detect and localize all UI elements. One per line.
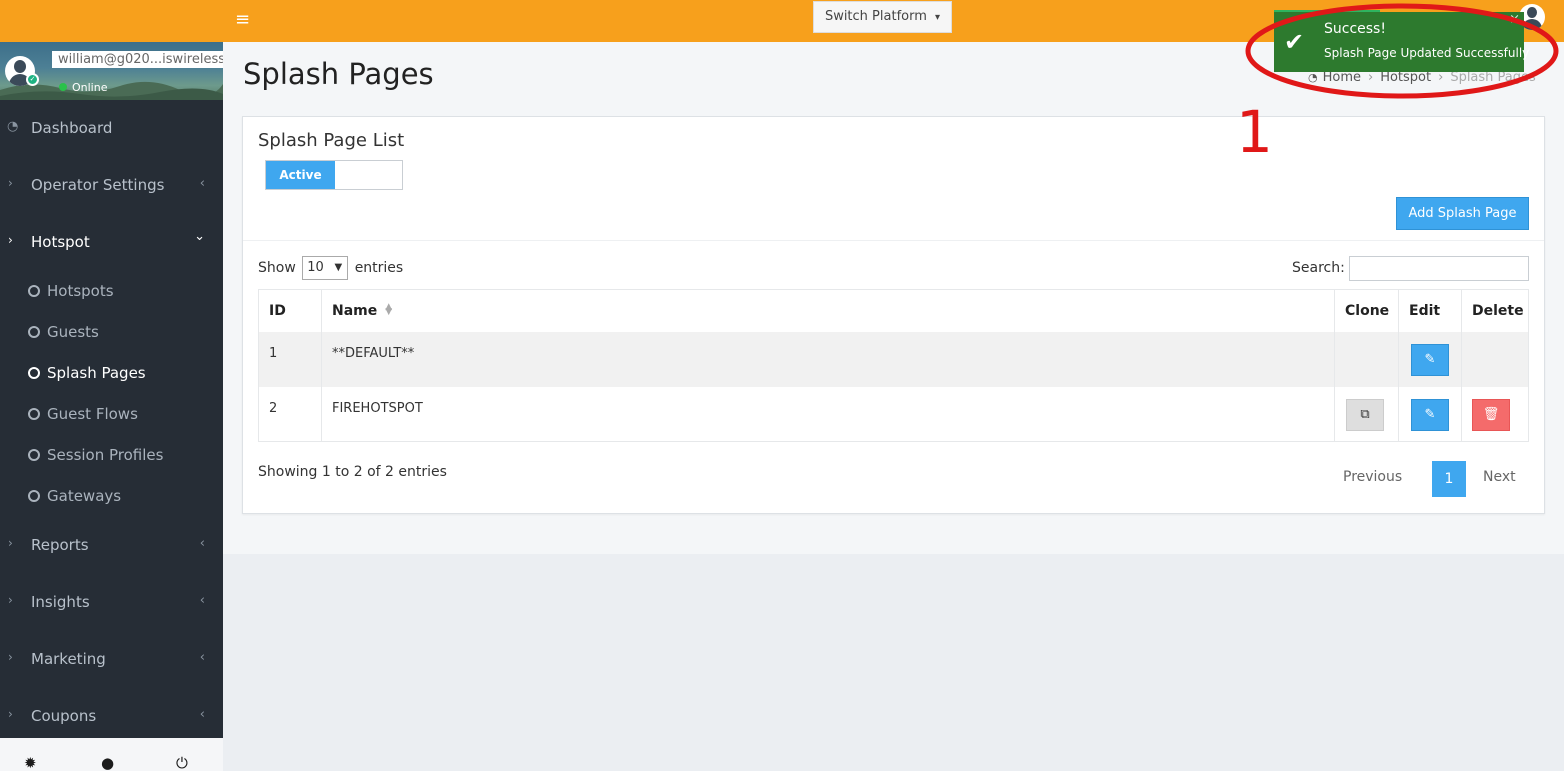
hamburger-icon[interactable]: ≡ xyxy=(235,9,250,30)
table-row: 1 **DEFAULT** ✎ xyxy=(258,332,1529,387)
entries-length-select[interactable]: 10 ▼ xyxy=(302,256,349,280)
divider xyxy=(243,240,1544,241)
column-header-name[interactable]: Name ▲ ▼ xyxy=(332,302,393,320)
toggle-active-button[interactable]: Active xyxy=(266,161,335,189)
edit-icon: ✎ xyxy=(1424,407,1436,422)
search-input[interactable] xyxy=(1349,256,1529,281)
dashboard-icon: ◔ xyxy=(7,119,19,134)
chevron-right-icon: › xyxy=(8,650,13,664)
chevron-left-icon: ‹ xyxy=(199,536,205,551)
chevron-left-icon: ‹ xyxy=(199,176,205,191)
add-splash-page-button[interactable]: Add Splash Page xyxy=(1396,197,1529,230)
next-page-button[interactable]: Next xyxy=(1483,469,1516,485)
page-title: Splash Pages xyxy=(243,57,434,91)
show-label: Show xyxy=(258,260,296,276)
sort-icon: ▲ ▼ xyxy=(385,302,393,317)
sidebar-footer: ✹ ● ⏻ xyxy=(0,738,223,771)
table-header-row: ID Name ▲ ▼ Clone Edit Delete xyxy=(258,289,1529,332)
length-select-value: 10 xyxy=(307,260,324,275)
cell-id: 1 xyxy=(269,346,278,361)
cell-name: FIREHOTSPOT xyxy=(332,401,423,416)
chevron-right-icon: › xyxy=(8,593,13,607)
circle-icon xyxy=(28,326,40,338)
sidebar-subitem-label: Splash Pages xyxy=(47,364,146,382)
chevron-left-icon: ‹ xyxy=(199,593,205,608)
annotation-ellipse xyxy=(1245,3,1559,99)
chevron-down-icon: ⌄ xyxy=(194,229,205,244)
delete-button[interactable]: 🗑 xyxy=(1472,399,1510,431)
sidebar-item-label: Insights xyxy=(31,593,90,611)
sidebar-item-label: Coupons xyxy=(31,707,97,725)
sidebar-subitem-gateways[interactable]: Gateways xyxy=(28,487,121,505)
chevron-down-icon: ▼ xyxy=(334,262,343,273)
trash-icon: 🗑 xyxy=(1482,407,1500,422)
circle-icon xyxy=(28,449,40,461)
chevron-right-icon: › xyxy=(8,536,13,550)
sidebar-logo-strip xyxy=(0,0,223,42)
circle-icon xyxy=(28,367,40,379)
column-header-id[interactable]: ID xyxy=(269,303,286,319)
search-label: Search: xyxy=(1292,260,1345,276)
gear-icon[interactable]: ✹ xyxy=(24,754,37,771)
sidebar-item-label: Hotspot xyxy=(31,233,90,251)
circle-icon xyxy=(28,408,40,420)
sidebar-subitem-label: Gateways xyxy=(47,487,122,505)
sidebar-subitem-session-profiles[interactable]: Session Profiles xyxy=(28,446,163,464)
power-icon[interactable]: ⏻ xyxy=(176,754,188,771)
column-header-name-label: Name xyxy=(332,303,378,319)
table-row: 2 FIREHOTSPOT ⧉ ✎ 🗑 xyxy=(258,387,1529,442)
card-title: Splash Page List xyxy=(258,130,405,151)
page-button-1[interactable]: 1 xyxy=(1432,461,1466,497)
user-status-label: Online xyxy=(72,81,108,94)
copy-icon: ⧉ xyxy=(1360,407,1370,422)
sidebar-item-label: Marketing xyxy=(31,650,106,668)
edit-button[interactable]: ✎ xyxy=(1411,344,1449,376)
user-icon[interactable]: ● xyxy=(101,754,114,771)
user-status: Online xyxy=(59,81,107,94)
status-toggle: Active xyxy=(265,160,403,190)
sidebar-subitem-label: Guest Flows xyxy=(47,405,138,423)
toggle-inactive-button[interactable] xyxy=(335,161,402,189)
sidebar-subitem-guests[interactable]: Guests xyxy=(28,323,99,341)
length-control: Show 10 ▼ entries xyxy=(258,256,403,280)
chevron-right-icon: › xyxy=(8,176,13,190)
chevron-down-icon: ▾ xyxy=(935,12,941,23)
splash-page-list-card: Splash Page List Active Add Splash Page … xyxy=(242,116,1545,514)
sidebar: ✓ william@g020...iswireless Online ◔ Das… xyxy=(0,0,223,771)
previous-page-button[interactable]: Previous xyxy=(1343,469,1402,485)
switch-platform-dropdown[interactable]: Switch Platform ▾ xyxy=(813,1,952,33)
user-panel: ✓ william@g020...iswireless Online xyxy=(0,42,223,100)
edit-icon: ✎ xyxy=(1424,352,1436,367)
sidebar-item-label: Reports xyxy=(31,536,89,554)
circle-icon xyxy=(28,490,40,502)
check-icon: ✓ xyxy=(26,73,39,86)
sidebar-subitem-guest-flows[interactable]: Guest Flows xyxy=(28,405,138,423)
edit-button[interactable]: ✎ xyxy=(1411,399,1449,431)
table-info: Showing 1 to 2 of 2 entries xyxy=(258,464,447,480)
column-header-delete: Delete xyxy=(1472,303,1524,319)
cell-id: 2 xyxy=(269,401,278,416)
sidebar-subitem-label: Guests xyxy=(47,323,99,341)
cell-name: **DEFAULT** xyxy=(332,346,415,361)
online-dot-icon xyxy=(59,83,67,91)
column-header-edit: Edit xyxy=(1409,303,1441,319)
chevron-left-icon: ‹ xyxy=(199,707,205,722)
chevron-left-icon: ‹ xyxy=(199,650,205,665)
clone-button[interactable]: ⧉ xyxy=(1346,399,1384,431)
column-header-clone: Clone xyxy=(1345,303,1390,319)
sidebar-item-label: Operator Settings xyxy=(31,176,165,194)
sidebar-subitem-hotspots[interactable]: Hotspots xyxy=(28,282,114,300)
sidebar-subitem-label: Session Profiles xyxy=(47,446,164,464)
circle-icon xyxy=(28,285,40,297)
user-email: william@g020...iswireless xyxy=(52,51,223,68)
sidebar-subitem-splash-pages[interactable]: Splash Pages xyxy=(28,364,146,382)
switch-platform-label: Switch Platform xyxy=(824,9,927,24)
entries-label: entries xyxy=(354,260,404,276)
sidebar-subitem-label: Hotspots xyxy=(47,282,114,300)
chevron-right-icon: › xyxy=(8,233,13,247)
chevron-right-icon: › xyxy=(8,707,13,721)
sidebar-item-label: Dashboard xyxy=(31,119,113,137)
annotation-number: 1 xyxy=(1236,98,1273,166)
